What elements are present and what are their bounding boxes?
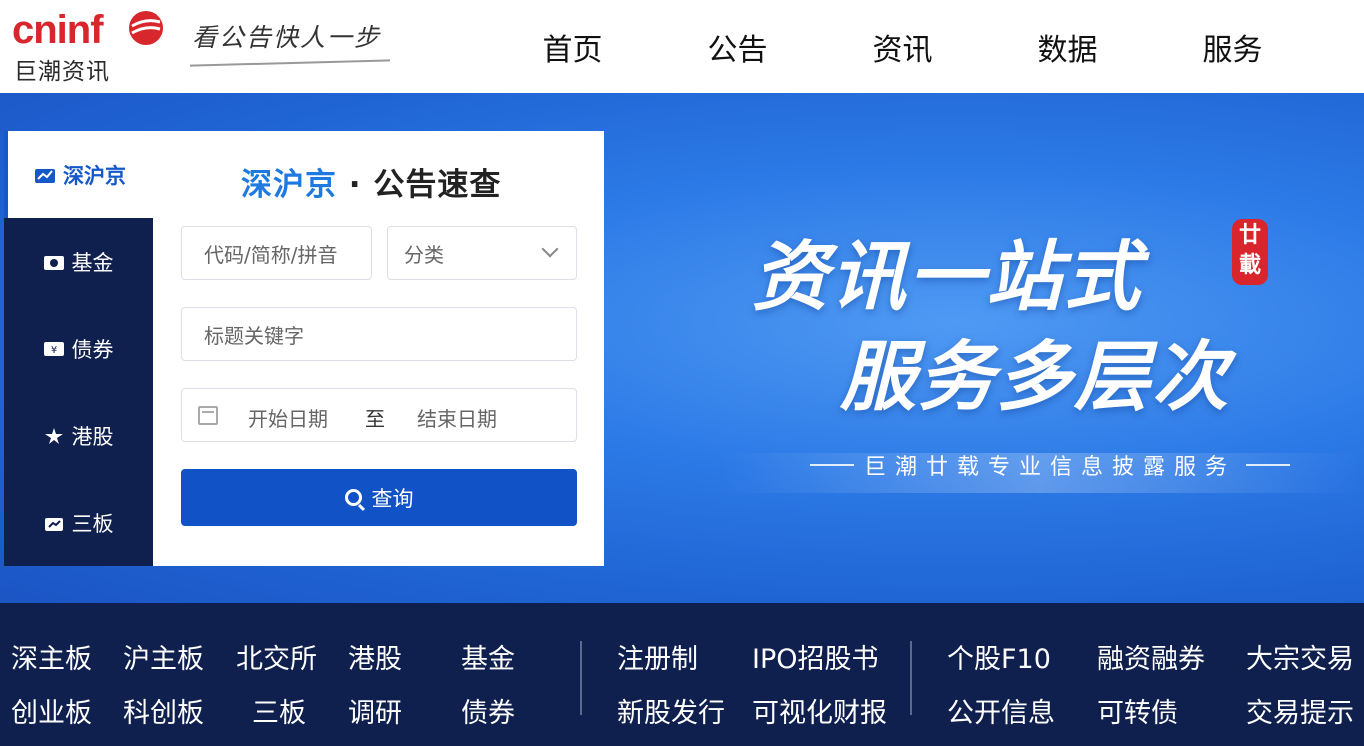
divider xyxy=(910,641,912,715)
slogan-underline xyxy=(190,59,390,67)
quick-links-bar: 深主板 沪主板 北交所 港股 基金 创业板 科创板 三板 调研 债券 注册制 I… xyxy=(0,603,1364,746)
logo-chinese-name: 巨潮资讯 xyxy=(14,59,110,85)
code-placeholder: 代码/简称/拼音 xyxy=(204,242,338,267)
logo-wordmark: cninf xyxy=(12,8,104,52)
board-icon xyxy=(44,517,63,531)
nav-services[interactable]: 服务 xyxy=(1150,25,1315,69)
link-research[interactable]: 调研 xyxy=(348,691,402,730)
subtitle-text: 巨潮廿载专业信息披露服务 xyxy=(863,455,1236,480)
subtitle-dash-right xyxy=(1246,464,1290,466)
announcement-search-panel: 深沪京 基金 ¥ 债券 港股 三板 深沪京 · 公告速查 代码/简称/拼音 分类… xyxy=(4,131,604,566)
link-registration[interactable]: 注册制 xyxy=(617,637,698,676)
link-bse[interactable]: 北交所 xyxy=(236,637,317,676)
seal-char-1: 廿 xyxy=(1238,223,1261,248)
tab-shenhujing[interactable]: 深沪京 xyxy=(4,131,153,218)
link-chinext[interactable]: 创业板 xyxy=(11,691,92,730)
end-date-field[interactable]: 结束日期 xyxy=(417,403,497,432)
panel-title-market: 深沪京 xyxy=(241,167,337,203)
link-sh-main-board[interactable]: 沪主板 xyxy=(123,637,204,676)
date-range-separator: 至 xyxy=(365,407,385,431)
link-trading-tips[interactable]: 交易提示 xyxy=(1246,691,1354,730)
fund-icon xyxy=(43,255,64,270)
bauhinia-icon xyxy=(44,427,63,444)
svg-text:¥: ¥ xyxy=(50,345,56,356)
link-hk-stocks[interactable]: 港股 xyxy=(348,637,402,676)
tab-bond[interactable]: ¥ 债券 xyxy=(4,305,153,392)
slogan: 看公告快人一步 xyxy=(192,23,382,52)
tab-fund[interactable]: 基金 xyxy=(4,218,153,305)
site-header: cninf 巨潮资讯 看公告快人一步 首页 公告 资讯 数据 服务 xyxy=(0,0,1364,93)
link-visual-reports[interactable]: 可视化财报 xyxy=(752,691,887,730)
nav-home[interactable]: 首页 xyxy=(490,25,655,69)
link-margin-trading[interactable]: 融资融券 xyxy=(1097,637,1205,676)
bond-icon: ¥ xyxy=(43,341,64,356)
logo-swoosh-icon xyxy=(129,11,163,45)
seal-char-2: 載 xyxy=(1238,253,1261,278)
divider xyxy=(580,641,582,715)
link-star-market[interactable]: 科创板 xyxy=(123,691,204,730)
category-label: 分类 xyxy=(404,242,444,267)
nav-announcements[interactable]: 公告 xyxy=(655,25,820,69)
tab-label: 债券 xyxy=(71,337,114,362)
search-icon xyxy=(344,489,362,506)
link-sz-main-board[interactable]: 深主板 xyxy=(11,637,92,676)
category-select[interactable]: 分类 xyxy=(387,226,577,280)
banner-subtitle: 巨潮廿载专业信息披露服务 xyxy=(770,449,1330,481)
anniversary-seal: 廿 載 xyxy=(1232,219,1268,285)
link-block-trades[interactable]: 大宗交易 xyxy=(1246,637,1354,676)
tab-label: 三板 xyxy=(71,511,114,536)
banner-title-line1: 资讯一站式 xyxy=(752,232,1142,321)
link-bonds[interactable]: 债券 xyxy=(461,691,515,730)
nav-data[interactable]: 数据 xyxy=(985,25,1150,69)
link-new-issues[interactable]: 新股发行 xyxy=(617,691,725,730)
subtitle-dash-left xyxy=(809,464,854,466)
link-stock-f10[interactable]: 个股F10 xyxy=(947,637,1051,676)
tab-hk-stocks[interactable]: 港股 xyxy=(4,392,153,479)
keyword-placeholder: 标题关键字 xyxy=(204,323,304,348)
cninfo-logo[interactable]: cninf 巨潮资讯 xyxy=(10,6,170,86)
panel-title-rest: 公告速查 xyxy=(373,167,502,203)
link-funds[interactable]: 基金 xyxy=(461,637,515,676)
tab-label: 港股 xyxy=(71,424,114,449)
start-date-field[interactable]: 开始日期 xyxy=(248,403,328,432)
calendar-icon xyxy=(198,406,218,425)
nav-news[interactable]: 资讯 xyxy=(820,25,985,69)
link-public-info[interactable]: 公开信息 xyxy=(947,691,1055,730)
code-input[interactable]: 代码/简称/拼音 xyxy=(181,226,372,280)
panel-title: 深沪京 · 公告速查 xyxy=(241,159,501,204)
query-button[interactable]: 查询 xyxy=(181,469,577,526)
market-tabs: 深沪京 基金 ¥ 债券 港股 三板 xyxy=(4,131,153,566)
query-button-label: 查询 xyxy=(371,486,414,511)
link-neeq[interactable]: 三板 xyxy=(252,691,306,730)
tab-label: 深沪京 xyxy=(63,163,126,188)
link-convertible-bonds[interactable]: 可转债 xyxy=(1097,691,1178,730)
chevron-down-icon xyxy=(541,240,559,258)
date-range-picker[interactable]: 开始日期 至 结束日期 xyxy=(181,388,577,442)
keyword-input[interactable]: 标题关键字 xyxy=(181,307,577,361)
main-nav: 首页 公告 资讯 数据 服务 xyxy=(490,0,1315,93)
banner-title-line2: 服务多层次 xyxy=(840,332,1230,421)
panel-title-sep: · xyxy=(348,167,362,203)
tab-label: 基金 xyxy=(71,250,114,275)
tab-neeq[interactable]: 三板 xyxy=(4,479,153,566)
chart-icon xyxy=(35,168,55,183)
link-ipo-prospectus[interactable]: IPO招股书 xyxy=(752,637,879,676)
